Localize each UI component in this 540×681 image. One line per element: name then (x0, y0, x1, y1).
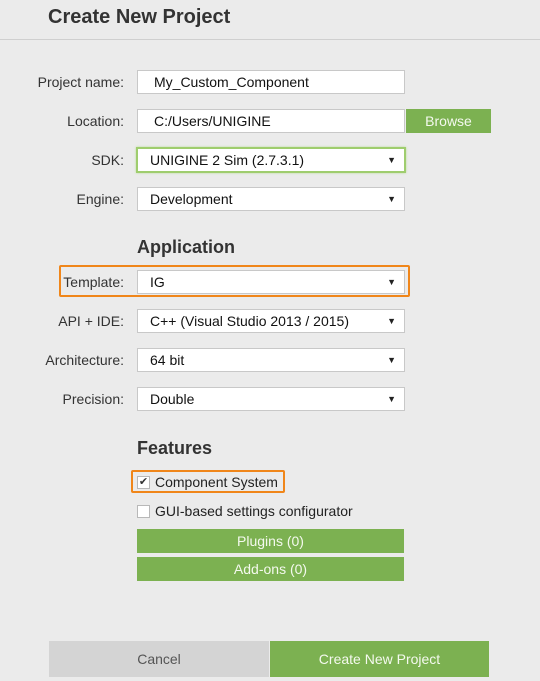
features-heading: Features (137, 438, 213, 458)
dialog-title: Create New Project (48, 6, 231, 28)
gui-configurator-option[interactable]: GUI-based settings configurator (137, 502, 353, 520)
cancel-button[interactable]: Cancel (49, 641, 269, 677)
sdk-row: SDK: UNIGINE 2 Sim (2.7.3.1) ▼ (0, 147, 540, 173)
dropdown-arrow-icon: ▼ (387, 277, 396, 287)
api-ide-select[interactable]: C++ (Visual Studio 2013 / 2015) ▼ (137, 309, 405, 333)
project-name-label: Project name: (37, 74, 124, 90)
checkmark-icon: ✔ (138, 475, 149, 488)
location-row: Location: C:/Users/UNIGINE Browse (0, 109, 540, 133)
plugins-button[interactable]: Plugins (0) (137, 529, 404, 553)
gui-configurator-label: GUI-based settings configurator (155, 503, 353, 519)
component-system-option[interactable]: ✔ Component System (137, 473, 278, 491)
template-row: Template: IG ▼ (0, 270, 540, 294)
location-input[interactable]: C:/Users/UNIGINE (137, 109, 405, 133)
dropdown-arrow-icon: ▼ (387, 155, 396, 165)
dropdown-arrow-icon: ▼ (387, 316, 396, 326)
project-name-input[interactable]: My_Custom_Component (137, 70, 405, 94)
addons-button[interactable]: Add-ons (0) (137, 557, 404, 581)
location-value: C:/Users/UNIGINE (154, 113, 271, 129)
component-system-label: Component System (155, 474, 278, 490)
precision-label: Precision: (62, 391, 124, 407)
sdk-value: UNIGINE 2 Sim (2.7.3.1) (150, 152, 305, 168)
dropdown-arrow-icon: ▼ (387, 194, 396, 204)
architecture-value: 64 bit (150, 352, 185, 368)
precision-row: Precision: Double ▼ (0, 387, 540, 411)
gui-configurator-checkbox[interactable] (137, 504, 150, 518)
engine-row: Engine: Development ▼ (0, 187, 540, 211)
precision-select[interactable]: Double ▼ (137, 387, 405, 411)
precision-value: Double (150, 391, 195, 407)
api-ide-value: C++ (Visual Studio 2013 / 2015) (150, 313, 349, 329)
engine-label: Engine: (76, 191, 124, 207)
architecture-select[interactable]: 64 bit ▼ (137, 348, 405, 372)
dropdown-arrow-icon: ▼ (387, 394, 396, 404)
project-name-row: Project name: My_Custom_Component (0, 70, 540, 94)
template-label: Template: (63, 274, 124, 290)
browse-button[interactable]: Browse (406, 109, 491, 133)
create-project-button[interactable]: Create New Project (270, 641, 489, 677)
engine-value: Development (150, 191, 233, 207)
dialog-header: Create New Project (0, 0, 540, 40)
template-select[interactable]: IG ▼ (137, 270, 405, 294)
sdk-label: SDK: (91, 152, 124, 168)
engine-select[interactable]: Development ▼ (137, 187, 405, 211)
application-heading: Application (137, 237, 235, 257)
template-value: IG (150, 274, 165, 290)
architecture-row: Architecture: 64 bit ▼ (0, 348, 540, 372)
architecture-label: Architecture: (45, 352, 124, 368)
component-system-checkbox[interactable]: ✔ (137, 475, 150, 489)
project-name-value: My_Custom_Component (154, 74, 309, 90)
sdk-select[interactable]: UNIGINE 2 Sim (2.7.3.1) ▼ (136, 147, 406, 173)
api-ide-row: API + IDE: C++ (Visual Studio 2013 / 201… (0, 309, 540, 333)
api-ide-label: API + IDE: (58, 313, 124, 329)
dropdown-arrow-icon: ▼ (387, 355, 396, 365)
location-label: Location: (67, 113, 124, 129)
